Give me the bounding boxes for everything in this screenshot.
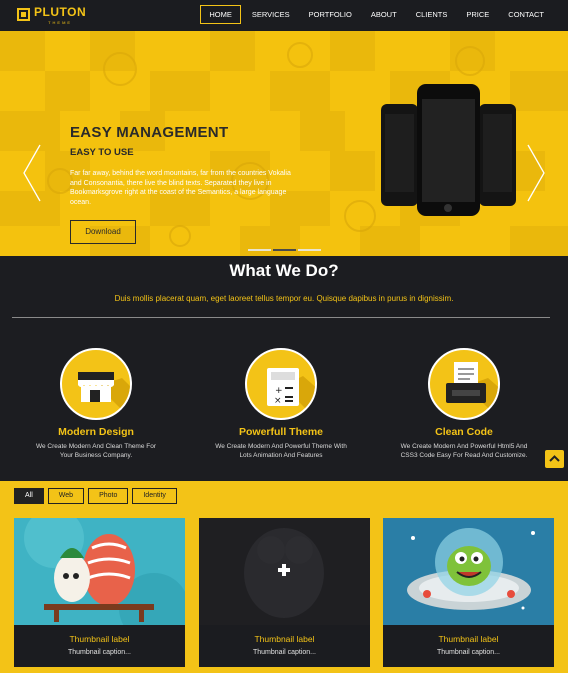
feature-powerfull-theme: + × Powerfull Theme We Create Modern And… [196, 348, 366, 460]
filter-all[interactable]: All [14, 488, 44, 504]
top-navbar: PLUTON THEME HOME SERVICES PORTFOLIO ABO… [0, 0, 568, 31]
nav-item-about[interactable]: ABOUT [363, 5, 405, 24]
logo[interactable]: PLUTON THEME [17, 6, 86, 25]
slider-prev-arrow-icon[interactable] [22, 143, 42, 203]
thumbnail-image [14, 518, 185, 625]
thumbnail-caption: Thumbnail caption... [252, 649, 317, 656]
thumbnail-image [199, 518, 370, 625]
feature-modern-design: Modern Design We Create Modern And Clean… [11, 348, 181, 460]
section-title: What We Do? [229, 261, 339, 280]
thumbnail-label: Thumbnail label [254, 634, 315, 644]
thumbnail-caption: Thumbnail caption... [436, 649, 501, 656]
chevron-up-icon [549, 455, 560, 462]
nav-item-services[interactable]: SERVICES [244, 5, 298, 24]
printer-icon [428, 348, 500, 420]
divider [12, 317, 550, 318]
store-icon [60, 348, 132, 420]
feature-title: Powerfull Theme [238, 426, 323, 438]
logo-mark-icon [17, 8, 30, 21]
logo-name: PLUTON [34, 5, 87, 19]
feature-description: We Create Modern And Clean Theme For You… [35, 443, 157, 459]
thumbnail-image [383, 518, 554, 625]
main-menu: HOME SERVICES PORTFOLIO ABOUT CLIENTS PR… [197, 5, 552, 24]
logo-subtitle: THEME [48, 20, 73, 25]
nav-item-portfolio[interactable]: PORTFOLIO [301, 5, 360, 24]
hero-slider: EASY MANAGEMENT EASY TO USE Far far away… [0, 31, 568, 256]
calculator-icon: + × [245, 348, 317, 420]
download-button[interactable]: Download [70, 220, 136, 244]
feature-title: Clean Code [435, 426, 493, 438]
scroll-to-top-button[interactable] [545, 450, 564, 468]
slider-dot[interactable] [248, 249, 271, 251]
portfolio-item[interactable]: Thumbnail label Thumbnail caption... [383, 518, 554, 667]
nav-item-contact[interactable]: CONTACT [500, 5, 552, 24]
hero-text: Far far away, behind the word mountains,… [70, 170, 291, 206]
feature-description: We Create Modern And Powerful Html5 And … [400, 443, 528, 459]
portfolio-filters: All Web Photo Identity [14, 488, 181, 504]
svg-text:+: + [275, 386, 283, 396]
filter-identity[interactable]: Identity [132, 488, 177, 504]
filter-web[interactable]: Web [47, 488, 85, 504]
section-subtitle: Duis mollis placerat quam, eget laoreet … [114, 294, 454, 303]
logo-text: PLUTON THEME [34, 5, 87, 26]
portfolio-item[interactable]: Thumbnail label Thumbnail caption... [199, 518, 370, 667]
thumbnail-label: Thumbnail label [438, 634, 499, 644]
feature-clean-code: Clean Code We Create Modern And Powerful… [379, 348, 549, 460]
feature-title: Modern Design [58, 426, 134, 438]
slider-dot-active[interactable] [273, 249, 296, 251]
nav-item-price[interactable]: PRICE [458, 5, 497, 24]
slider-next-arrow-icon[interactable] [526, 143, 546, 203]
nav-item-clients[interactable]: CLIENTS [408, 5, 456, 24]
svg-text:×: × [274, 396, 282, 406]
portfolio-section: All Web Photo Identity Thumbnail label T… [0, 481, 568, 673]
feature-description: We Create Modern And Powerful Theme With… [215, 443, 347, 459]
thumbnail-caption: Thumbnail caption... [67, 649, 132, 656]
thumbnail-label: Thumbnail label [69, 634, 130, 644]
hero-subtitle: EASY TO USE [70, 147, 134, 158]
nav-item-home[interactable]: HOME [200, 5, 241, 24]
hero-title: EASY MANAGEMENT [70, 124, 229, 141]
slider-pagination [248, 249, 323, 251]
filter-photo[interactable]: Photo [88, 488, 129, 504]
portfolio-item[interactable]: Thumbnail label Thumbnail caption... [14, 518, 185, 667]
slider-dot[interactable] [298, 249, 321, 251]
